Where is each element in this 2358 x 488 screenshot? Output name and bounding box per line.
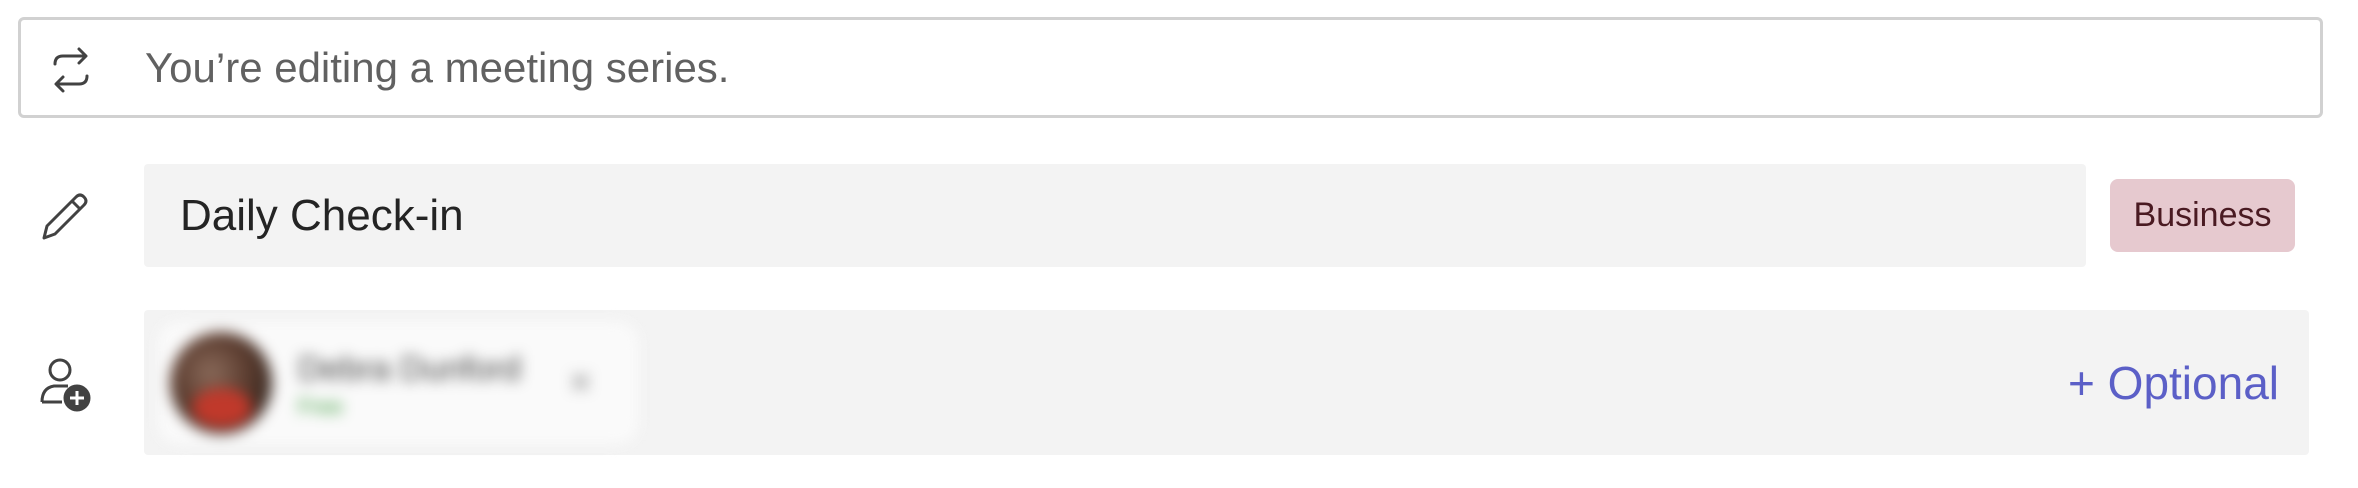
- attendee-chip[interactable]: Debra Dunford Free ✕: [158, 322, 638, 444]
- meeting-title-input[interactable]: Daily Check-in: [144, 164, 2086, 267]
- add-optional-attendee-link[interactable]: + Optional: [2068, 310, 2279, 455]
- category-badge[interactable]: Business: [2110, 179, 2295, 252]
- repeat-icon: [45, 44, 97, 96]
- pencil-icon: [38, 188, 90, 244]
- meeting-form: You’re editing a meeting series. Daily C…: [0, 0, 2358, 488]
- remove-attendee-icon[interactable]: ✕: [568, 366, 593, 401]
- series-banner-text: You’re editing a meeting series.: [145, 43, 730, 91]
- series-banner: You’re editing a meeting series.: [18, 17, 2323, 118]
- attendees-input[interactable]: Debra Dunford Free ✕ + Optional: [144, 310, 2309, 455]
- add-person-icon: [38, 356, 94, 412]
- avatar: [170, 332, 272, 434]
- attendee-status: Free: [298, 394, 344, 419]
- attendee-name: Debra Dunford: [298, 350, 522, 388]
